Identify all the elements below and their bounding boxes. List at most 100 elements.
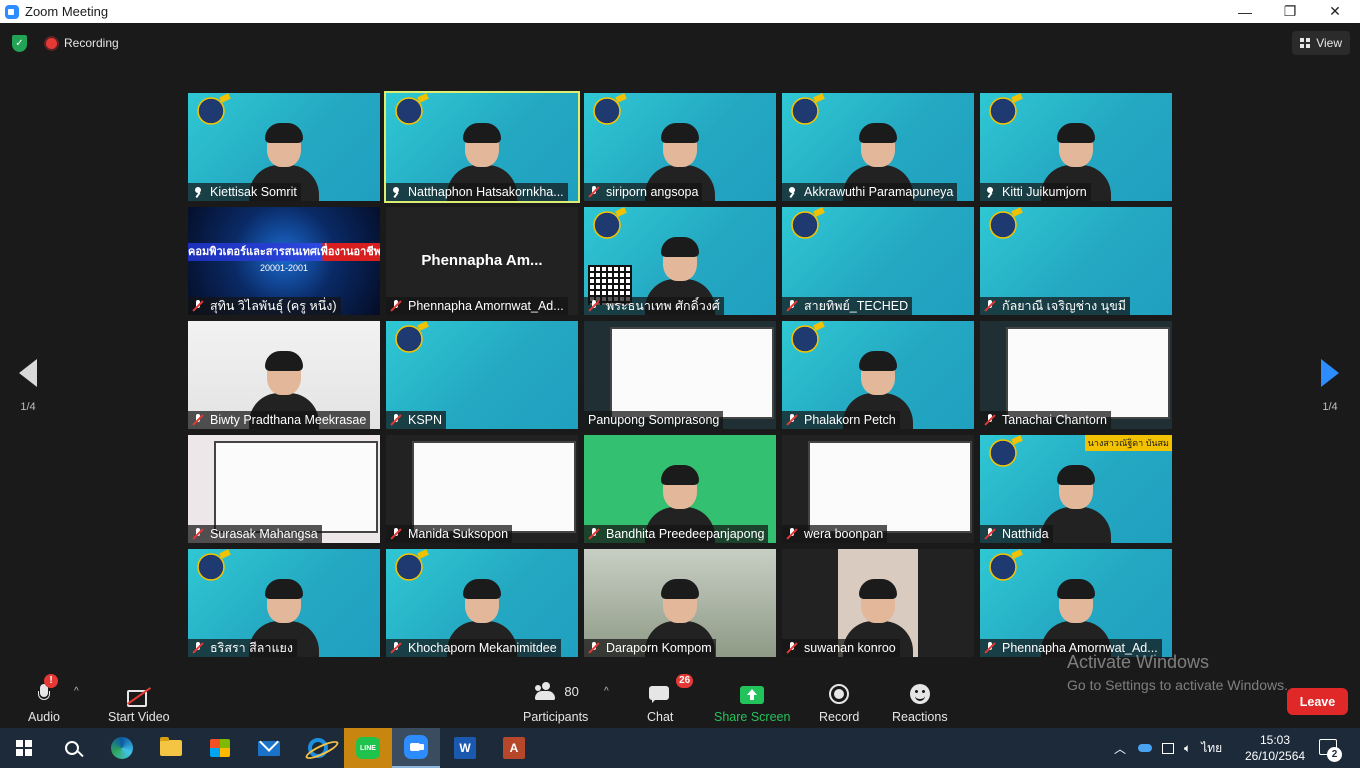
taskbar-store[interactable]: [196, 728, 244, 768]
arrow-right-icon: [1321, 359, 1339, 387]
share-screen-icon: [740, 686, 765, 704]
participant-name: Kiettisak Somrit: [210, 185, 297, 199]
muted-mic-icon: [390, 300, 402, 312]
participant-tile[interactable]: Manida Suksopon: [386, 435, 578, 543]
recording-label[interactable]: Recording: [64, 36, 119, 50]
event-logo-icon: [194, 97, 228, 125]
grid-view-icon: [1300, 38, 1311, 48]
participant-tile[interactable]: Phalakorn Petch: [782, 321, 974, 429]
minimize-button[interactable]: —: [1222, 0, 1268, 23]
participant-name: Manida Suksopon: [408, 527, 509, 541]
participant-tile[interactable]: นางสาวณัฐิดา บันสม Natthida: [980, 435, 1172, 543]
participant-tile[interactable]: suwanan konroo: [782, 549, 974, 657]
participant-name-label: siriporn angsopa: [584, 183, 703, 201]
volume-icon[interactable]: 🔈︎: [1184, 741, 1191, 756]
edge-browser-icon: [111, 737, 133, 759]
taskbar-zoom[interactable]: [392, 728, 440, 768]
muted-mic-icon: [390, 414, 402, 426]
muted-mic-icon: [192, 300, 204, 312]
next-page-button[interactable]: 1/4: [1310, 355, 1350, 415]
video-gallery: Kiettisak Somrit Natthaphon Hatsakornkha.…: [188, 91, 1172, 657]
taskbar-file-explorer[interactable]: [147, 728, 195, 768]
audio-button[interactable]: ! Audio: [28, 674, 60, 724]
view-button[interactable]: View: [1292, 31, 1350, 55]
audio-options-caret-icon[interactable]: ^: [74, 686, 79, 697]
participant-tile[interactable]: Kitti Juikumjorn: [980, 93, 1172, 201]
audio-label: Audio: [28, 710, 60, 724]
view-label: View: [1316, 36, 1342, 50]
participant-tile[interactable]: Phennapha Amornwat_Ad...: [980, 549, 1172, 657]
access-icon: A: [503, 737, 525, 759]
participant-name-label: Manida Suksopon: [386, 525, 513, 543]
close-button[interactable]: ✕: [1312, 0, 1358, 23]
search-icon: [65, 741, 79, 755]
internet-explorer-icon: [308, 738, 328, 758]
muted-mic-icon: [390, 528, 402, 540]
network-icon[interactable]: [1162, 742, 1175, 754]
participant-tile[interactable]: siriporn angsopa: [584, 93, 776, 201]
previous-page-button[interactable]: 1/4: [8, 355, 48, 415]
start-button[interactable]: [0, 728, 48, 768]
participant-tile[interactable]: Natthaphon Hatsakornkha...: [384, 91, 580, 203]
participant-tile[interactable]: Bandhita Preedeepanjapong: [584, 435, 776, 543]
participant-tile[interactable]: Surasak Mahangsa: [188, 435, 380, 543]
event-logo-icon: [788, 97, 822, 125]
participant-name: ธริสรา สีลาแยง: [210, 641, 293, 655]
chat-unread-badge: 26: [676, 674, 694, 688]
taskbar-line[interactable]: LINE: [344, 728, 392, 768]
participant-name: Daraporn Kompom: [606, 641, 712, 655]
tray-overflow-chevron-icon[interactable]: ︿: [1114, 740, 1126, 757]
shared-whiteboard: [412, 441, 576, 533]
participant-tile[interactable]: Biwty Pradthana Meekrasae: [188, 321, 380, 429]
participant-tile[interactable]: Kiettisak Somrit: [188, 93, 380, 201]
muted-mic-icon: [984, 528, 996, 540]
participant-tile[interactable]: กัลยาณี เจริญช่าง นุขมี: [980, 207, 1172, 315]
participant-name: Bandhita Preedeepanjapong: [606, 527, 765, 541]
participants-options-caret-icon[interactable]: ^: [604, 686, 609, 697]
language-indicator[interactable]: ไทย: [1201, 739, 1222, 758]
participant-tile[interactable]: wera boonpan: [782, 435, 974, 543]
taskbar-word[interactable]: W: [441, 728, 489, 768]
name-caption: นางสาวณัฐิดา บันสม: [1084, 435, 1172, 451]
taskbar-internet-explorer[interactable]: [294, 728, 342, 768]
participant-name: wera boonpan: [804, 527, 884, 541]
maximize-button[interactable]: ❐: [1267, 0, 1313, 23]
taskbar-access[interactable]: A: [490, 728, 538, 768]
participant-name-label: พระธนาเทพ ศักดิ์วงศ์: [584, 297, 724, 315]
reactions-button[interactable]: Reactions: [892, 678, 948, 724]
participant-tile[interactable]: Panupong Somprasong: [584, 321, 776, 429]
line-app-icon: LINE: [356, 737, 380, 759]
participant-tile[interactable]: คอมพิวเตอร์และสารสนเทศเพื่องานอาชีพ 20001…: [188, 207, 380, 315]
record-label: Record: [819, 710, 860, 724]
taskbar-clock[interactable]: 15:03 26/10/2564: [1245, 732, 1305, 764]
participant-name-label: suwanan konroo: [782, 639, 900, 657]
security-shield-icon[interactable]: ✓: [12, 35, 27, 52]
chat-button[interactable]: 26 Chat: [647, 674, 694, 724]
participants-count: 80: [564, 683, 579, 699]
participant-tile[interactable]: Tanachai Chantorn: [980, 321, 1172, 429]
participant-tile[interactable]: Phennapha Am... Phennapha Amornwat_Ad...: [386, 207, 578, 315]
participant-name: Panupong Somprasong: [588, 413, 720, 427]
microsoft-store-icon: [210, 739, 230, 757]
share-screen-button[interactable]: Share Screen: [714, 678, 790, 724]
participant-tile[interactable]: KSPN: [386, 321, 578, 429]
taskbar-mail[interactable]: [245, 728, 293, 768]
participant-tile[interactable]: พระธนาเทพ ศักดิ์วงศ์: [584, 207, 776, 315]
participant-tile[interactable]: Akkrawuthi Paramapuneya: [782, 93, 974, 201]
participants-button[interactable]: 80 Participants: [523, 678, 588, 724]
event-logo-icon: [392, 553, 426, 581]
onedrive-icon[interactable]: [1138, 744, 1153, 752]
muted-mic-icon: [984, 414, 996, 426]
participant-tile[interactable]: ธริสรา สีลาแยง: [188, 549, 380, 657]
leave-button[interactable]: Leave: [1287, 688, 1348, 715]
participant-tile[interactable]: Daraporn Kompom: [584, 549, 776, 657]
start-video-button[interactable]: Start Video: [108, 678, 170, 724]
taskbar-edge[interactable]: [98, 728, 146, 768]
muted-mic-icon: [390, 642, 402, 654]
participant-tile[interactable]: Khochaporn Mekanimitdee: [386, 549, 578, 657]
taskbar-search-button[interactable]: [48, 728, 96, 768]
record-button[interactable]: Record: [819, 678, 859, 724]
pin-icon: [192, 186, 204, 198]
participant-tile[interactable]: สายทิพย์_TECHED: [782, 207, 974, 315]
participant-name-label: Bandhita Preedeepanjapong: [584, 525, 769, 543]
